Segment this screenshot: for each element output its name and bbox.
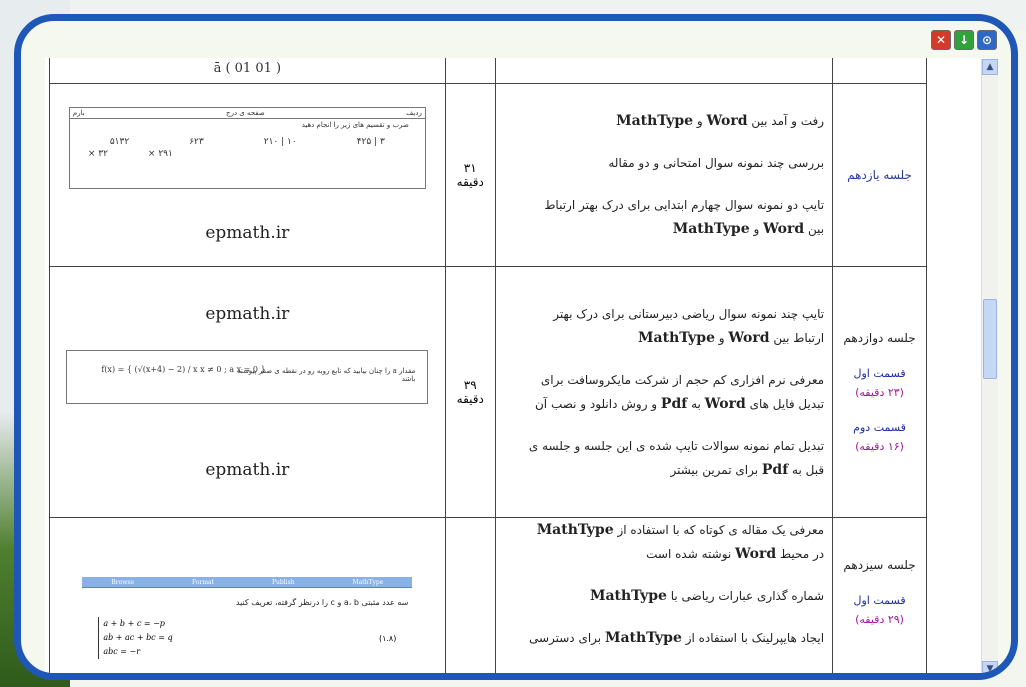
table-row-session-12: epmath.ir f(x) = { (√(x+4) − 2) / x x ≠ … — [49, 266, 927, 518]
mini-menu-item: Browse — [111, 578, 134, 586]
preview-cell: epmath.ir f(x) = { (√(x+4) − 2) / x x ≠ … — [49, 266, 446, 518]
desc-line: تایپ دو نمونه سوال چهارم ابتدایی برای در… — [544, 198, 825, 212]
duration-cell: ۳۹ دقیقه — [444, 266, 496, 518]
table-row-fragment: ā ( 01 01 ) — [49, 58, 927, 84]
mini-formula-text: مقدار a را چنان بیابید که تابع روبه رو د… — [237, 367, 416, 383]
duration-cell: ۳۱ دقیقه — [444, 83, 496, 267]
session-cell: جلسه یازدهم — [832, 83, 927, 267]
schedule-table: ā ( 01 01 ) ردیف صفحه ی درج بارم ضرب و ت… — [49, 58, 927, 673]
mini-formula-box: f(x) = { (√(x+4) − 2) / x x ≠ 0 ; a x = … — [66, 350, 429, 404]
site-caption: epmath.ir — [205, 460, 290, 480]
mini-value: ۵۱۳۲ — [109, 137, 130, 147]
desc-line: تبدیل تمام نمونه سوالات تایپ شده ی این ج… — [528, 439, 825, 453]
duration-unit: دقیقه — [456, 392, 484, 406]
desc-line: تایپ چند نمونه سوال ریاضی دبیرستانی برای… — [553, 307, 825, 321]
desc-line: بین Word و MathType — [672, 221, 825, 237]
mini-menu-item: Format — [192, 578, 214, 586]
part-duration: (۲۳ دقیقه) — [855, 386, 904, 399]
scroll-down-arrow-icon[interactable]: ▼ — [982, 661, 998, 673]
scroll-up-arrow-icon[interactable]: ▲ — [982, 59, 998, 75]
table-row-session-11: ردیف صفحه ی درج بارم ضرب و تقسیم های زیر… — [49, 83, 927, 267]
close-button[interactable]: ✕ — [931, 30, 951, 50]
duration-unit: دقیقه — [456, 175, 484, 189]
preview-cell: ردیف صفحه ی درج بارم ضرب و تقسیم های زیر… — [49, 83, 446, 267]
description-cell: تایپ چند نمونه سوال ریاضی دبیرستانی برای… — [494, 266, 834, 518]
session-title: جلسه سیزدهم — [843, 558, 916, 572]
equation: a + b + c = −p — [103, 619, 165, 628]
site-caption: epmath.ir — [205, 223, 290, 243]
table-row-session-13: Browse Format Publish MathType سه عدد مث… — [49, 517, 927, 673]
mini-menu-item: MathType — [352, 578, 384, 586]
part-label: قسمت دوم — [853, 421, 906, 434]
mini-value: × ۲۹۱ — [147, 149, 173, 159]
description-cell: معرفی یک مقاله ی کوتاه که با استفاده از … — [494, 517, 834, 673]
part-duration: (۱۶ دقیقه) — [855, 440, 904, 453]
viewer-window: ✕ ↓ ⊙ ā ( 01 01 ) ردیف صفحه ی درج بارم ض… — [14, 14, 1018, 680]
mini-header-col: ردیف — [406, 109, 422, 117]
mini-exam-sheet: ردیف صفحه ی درج بارم ضرب و تقسیم های زیر… — [68, 107, 426, 189]
session-cell: جلسه دوازدهم قسمت اول (۲۳ دقیقه) قسمت دو… — [832, 266, 927, 518]
duration-value: ۳۹ — [463, 378, 477, 392]
part-label: قسمت اول — [853, 367, 906, 380]
session-title: جلسه یازدهم — [847, 168, 912, 182]
desc-line: در محیط Word نوشته شده است — [646, 546, 825, 562]
document-viewport: ā ( 01 01 ) ردیف صفحه ی درج بارم ضرب و ت… — [45, 58, 987, 673]
mini-header-col: صفحه ی درج — [226, 109, 265, 117]
equation: ab + ac + bc = q — [103, 633, 173, 642]
desc-line: ایجاد هایپرلینک با استفاده از MathType ب… — [528, 630, 825, 646]
duration-value: ۳۱ — [463, 161, 477, 175]
desc-line: قبل به Pdf برای تمرین بیشتر — [670, 462, 825, 478]
mini-menu-bar: Browse Format Publish MathType — [82, 577, 413, 588]
mini-value: ۶۲۳ — [189, 137, 204, 147]
desc-line: بررسی چند نمونه سوال امتحانی و دو مقاله — [608, 156, 825, 170]
session-cell: جلسه سیزدهم قسمت اول (۲۹ دقیقه) — [832, 517, 927, 673]
mini-menu-item: Publish — [272, 578, 295, 586]
mini-value: ۲۱۰ | ۱۰ — [263, 137, 297, 147]
desc-line: ارتباط بین Word و MathType — [638, 330, 825, 346]
mini-word-preview: Browse Format Publish MathType سه عدد مث… — [82, 577, 413, 659]
mini-question: ضرب و تقسیم های زیر را انجام دهید — [301, 121, 409, 129]
mini-value: ۴۲۵ | ۳ — [356, 137, 385, 147]
duration-cell: ۵۵ — [444, 517, 496, 673]
cut-off-formula: ā ( 01 01 ) — [213, 60, 282, 76]
site-caption: epmath.ir — [205, 304, 290, 324]
vertical-scrollbar[interactable]: ▲ ▼ — [981, 59, 998, 673]
equation: abc = −r — [103, 647, 141, 656]
minimize-button[interactable]: ↓ — [954, 30, 974, 50]
part-duration: (۲۹ دقیقه) — [855, 613, 904, 626]
desc-line: معرفی نرم افزاری کم حجم از شرکت مایکروسا… — [540, 373, 825, 387]
preview-cell: Browse Format Publish MathType سه عدد مث… — [49, 517, 446, 673]
scrollbar-thumb[interactable] — [983, 299, 997, 379]
session-title: جلسه دوازدهم — [843, 331, 916, 345]
part-label: قسمت اول — [853, 594, 906, 607]
desc-line: معرفی یک مقاله ی کوتاه که با استفاده از … — [536, 522, 825, 538]
window-controls: ✕ ↓ ⊙ — [931, 30, 997, 50]
mini-heading: سه عدد مثبتی a، b و c را درنظر گرفته، تع… — [235, 598, 409, 607]
equation-tag: (۱.۸) — [378, 633, 397, 643]
description-cell: رفت و آمد بین Word و MathType بررسی چند … — [494, 83, 834, 267]
mini-value: × ۳۲ — [87, 149, 108, 159]
maximize-button[interactable]: ⊙ — [977, 30, 997, 50]
desc-line: شماره گذاری عبارات ریاضی با MathType — [589, 588, 825, 604]
mini-header-col: بارم — [72, 109, 85, 117]
desc-line: تبدیل فایل های Word به Pdf و روش دانلود … — [534, 396, 825, 412]
desc-line: رفت و آمد بین Word و MathType — [616, 113, 825, 129]
